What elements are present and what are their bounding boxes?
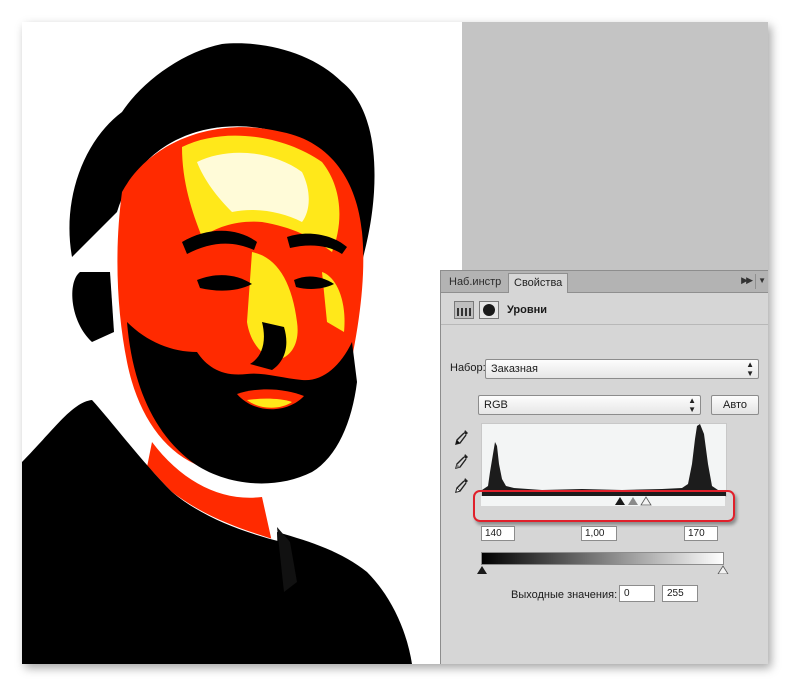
input-gamma-field[interactable]: 1,00 <box>581 526 617 541</box>
panel-divider <box>441 324 768 325</box>
output-white-handle <box>717 565 729 574</box>
white-eyedropper-icon[interactable] <box>455 477 469 493</box>
auto-button[interactable]: Авто <box>711 395 759 415</box>
output-white-field[interactable]: 255 <box>662 585 698 602</box>
channel-value: RGB <box>484 399 508 411</box>
tab-tool-presets[interactable]: Наб.инстр <box>444 273 506 292</box>
channel-select[interactable]: RGB ▲ ▼ <box>478 395 701 415</box>
histogram-graph <box>482 424 726 496</box>
histogram-icon[interactable] <box>454 301 474 319</box>
select-arrows-icon: ▲ ▼ <box>688 396 696 414</box>
input-white-field[interactable]: 170 <box>684 526 718 541</box>
panel-tabbar: Наб.инстр Свойства ▶▶ ▼ <box>441 271 768 293</box>
image-canvas[interactable] <box>22 22 462 664</box>
document-window: Наб.инстр Свойства ▶▶ ▼ Уровни Набор: За… <box>22 22 768 664</box>
portrait-image <box>22 22 462 664</box>
preset-label: Набор: <box>450 362 486 374</box>
slider-highlight-box <box>473 490 735 522</box>
output-black-field[interactable]: 0 <box>619 585 655 602</box>
double-chevron-right-icon[interactable]: ▶▶ <box>741 275 753 286</box>
preset-value: Заказная <box>491 363 539 375</box>
panel-menu-icon[interactable]: ▼ <box>758 276 766 285</box>
tabbar-divider <box>755 274 756 289</box>
black-eyedropper-icon[interactable] <box>455 429 469 445</box>
levels-histogram <box>481 423 727 497</box>
mask-icon[interactable] <box>479 301 499 319</box>
output-black-handle <box>477 566 487 574</box>
preset-select[interactable]: Заказная ▲ ▼ <box>485 359 759 379</box>
tab-properties[interactable]: Свойства <box>508 273 569 293</box>
output-handles[interactable] <box>477 565 729 574</box>
input-black-field[interactable]: 140 <box>481 526 515 541</box>
select-arrows-icon: ▲ ▼ <box>746 360 754 378</box>
output-values-label: Выходные значения: <box>511 589 618 601</box>
properties-panel: Наб.инстр Свойства ▶▶ ▼ Уровни Набор: За… <box>440 270 768 664</box>
adjustment-title: Уровни <box>507 304 548 316</box>
gray-eyedropper-icon[interactable] <box>455 453 469 469</box>
output-gradient-bar <box>481 552 724 565</box>
